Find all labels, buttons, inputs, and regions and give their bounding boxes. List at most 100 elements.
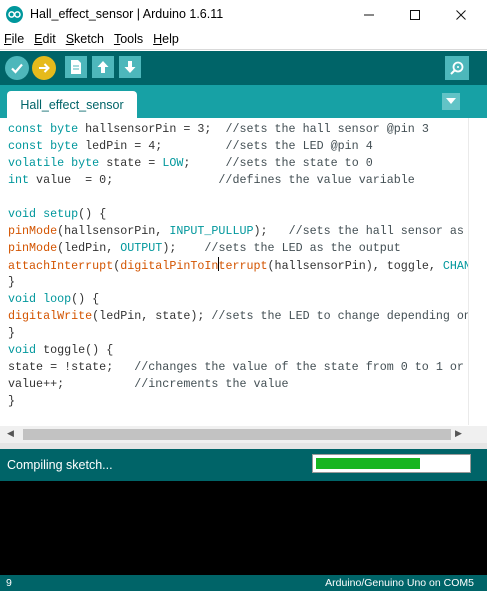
horizontal-scroll-thumb[interactable] xyxy=(23,429,451,440)
code-line[interactable]: volatile byte state = LOW; //sets the st… xyxy=(8,155,468,172)
code-token: value++; xyxy=(8,377,135,391)
code-text[interactable]: const byte hallsensorPin = 3; //sets the… xyxy=(8,121,468,410)
open-icon xyxy=(97,61,109,73)
menu-edit[interactable]: Edit xyxy=(34,32,56,46)
new-sketch-button[interactable] xyxy=(65,56,87,78)
code-token: (hallsensorPin, xyxy=(57,224,170,238)
code-token: //sets the hall sensor as xyxy=(288,224,464,238)
code-token: int xyxy=(8,173,30,187)
compile-progress-bar xyxy=(312,454,471,473)
verify-button[interactable] xyxy=(5,56,29,80)
serial-monitor-button[interactable] xyxy=(445,56,469,80)
maximize-button[interactable] xyxy=(392,0,438,29)
tab-bar: Hall_effect_sensor xyxy=(0,85,487,118)
new-sketch-icon xyxy=(71,60,81,74)
code-line[interactable]: state = !state; //changes the value of t… xyxy=(8,359,468,376)
code-token: //defines the value variable xyxy=(218,173,415,187)
code-token: toggle() { xyxy=(36,343,114,357)
code-line[interactable]: void setup() { xyxy=(8,206,468,223)
code-token: pinMode xyxy=(8,224,58,238)
minimize-icon xyxy=(364,14,374,15)
chevron-down-icon xyxy=(446,98,456,104)
serial-monitor-icon xyxy=(450,61,464,75)
scroll-right-icon[interactable]: ▶ xyxy=(455,428,462,439)
code-token: volatile byte xyxy=(8,156,100,170)
code-token: //sets the LED to change depending on xyxy=(211,309,468,323)
footer-bar: 9 Arduino/Genuino Uno on COM5 xyxy=(0,575,487,591)
code-token: OUTPUT xyxy=(120,241,163,255)
code-token: () { xyxy=(78,207,107,221)
code-token: ); xyxy=(162,241,205,255)
code-line[interactable]: value++; //increments the value xyxy=(8,376,468,393)
tab-hall-effect-sensor[interactable]: Hall_effect_sensor xyxy=(7,91,137,118)
progress-fill xyxy=(316,458,421,469)
code-line[interactable]: void loop() { xyxy=(8,291,468,308)
code-token: hallsensorPin = 3; xyxy=(78,122,226,136)
minimize-button[interactable] xyxy=(346,0,392,29)
verify-icon xyxy=(11,63,23,74)
maximize-icon xyxy=(410,9,420,20)
save-button[interactable] xyxy=(119,56,141,78)
code-token: //sets the hall sensor @pin 3 xyxy=(225,122,429,136)
code-token: INPUT_PULLUP xyxy=(169,224,254,238)
close-icon xyxy=(456,9,466,20)
open-button[interactable] xyxy=(92,56,114,78)
code-token: loop xyxy=(43,292,72,306)
menu-tools[interactable]: Tools xyxy=(114,32,143,46)
vertical-scrollbar[interactable] xyxy=(468,118,485,425)
code-token: const byte xyxy=(8,122,79,136)
code-line[interactable]: const byte ledPin = 4; //sets the LED @p… xyxy=(8,138,468,155)
menu-help[interactable]: Help xyxy=(153,32,179,46)
code-token: (ledPin, xyxy=(57,241,121,255)
upload-icon xyxy=(39,63,50,73)
code-line[interactable]: } xyxy=(8,393,468,410)
tab-menu-button[interactable] xyxy=(442,93,460,110)
code-line[interactable]: pinMode(ledPin, OUTPUT); //sets the LED … xyxy=(8,240,468,257)
code-line[interactable]: } xyxy=(8,274,468,291)
code-token: (hallsensorPin), toggle, xyxy=(267,259,443,273)
code-token: } xyxy=(8,394,16,408)
code-line[interactable]: attachInterrupt(digitalPinToInterrupt(ha… xyxy=(8,257,468,274)
code-token: setup xyxy=(43,207,79,221)
line-number: 9 xyxy=(6,577,12,589)
code-token: state = xyxy=(99,156,163,170)
console-output[interactable] xyxy=(0,481,487,575)
code-token: //changes the value of the state from 0 … xyxy=(134,360,464,374)
code-editor[interactable]: const byte hallsensorPin = 3; //sets the… xyxy=(0,118,487,426)
menu-file[interactable]: File xyxy=(4,32,24,46)
window-title: Hall_effect_sensor | Arduino 1.6.11 xyxy=(30,7,224,21)
code-token: digitalPinToIn xyxy=(120,259,219,273)
code-line[interactable]: digitalWrite(ledPin, state); //sets the … xyxy=(8,308,468,325)
title-bar: Hall_effect_sensor | Arduino 1.6.11 xyxy=(0,0,487,29)
close-button[interactable] xyxy=(438,0,484,29)
code-token: value = 0; xyxy=(29,173,219,187)
status-message: Compiling sketch... xyxy=(7,458,113,472)
code-token: //sets the state to 0 xyxy=(225,156,373,170)
code-token: attachInterrupt xyxy=(8,259,114,273)
scroll-left-icon[interactable]: ◀ xyxy=(7,428,14,439)
code-token: ledPin = 4; xyxy=(78,139,226,153)
code-token: ); xyxy=(253,224,289,238)
code-line[interactable]: void toggle() { xyxy=(8,342,468,359)
code-token: LOW xyxy=(162,156,184,170)
toolbar xyxy=(0,51,487,85)
status-bar: Compiling sketch... xyxy=(0,449,487,481)
menu-sketch[interactable]: Sketch xyxy=(66,32,104,46)
board-info: Arduino/Genuino Uno on COM5 xyxy=(325,577,474,589)
upload-button[interactable] xyxy=(32,56,56,80)
code-line[interactable]: pinMode(hallsensorPin, INPUT_PULLUP); //… xyxy=(8,223,468,240)
code-line[interactable]: int value = 0; //defines the value varia… xyxy=(8,172,468,189)
code-line[interactable]: const byte hallsensorPin = 3; //sets the… xyxy=(8,121,468,138)
code-token: } xyxy=(8,326,16,340)
code-token: //sets the LED @pin 4 xyxy=(225,139,373,153)
code-token: void xyxy=(8,292,37,306)
code-token: state = !state; xyxy=(8,360,135,374)
code-line[interactable] xyxy=(8,189,468,206)
code-line[interactable]: } xyxy=(8,325,468,342)
code-token: void xyxy=(8,207,37,221)
horizontal-scrollbar[interactable]: ◀ ▶ xyxy=(0,426,487,443)
code-token: //increments the value xyxy=(134,377,289,391)
code-token: ; xyxy=(183,156,226,170)
code-token: const byte xyxy=(8,139,79,153)
code-token: void xyxy=(8,343,37,357)
